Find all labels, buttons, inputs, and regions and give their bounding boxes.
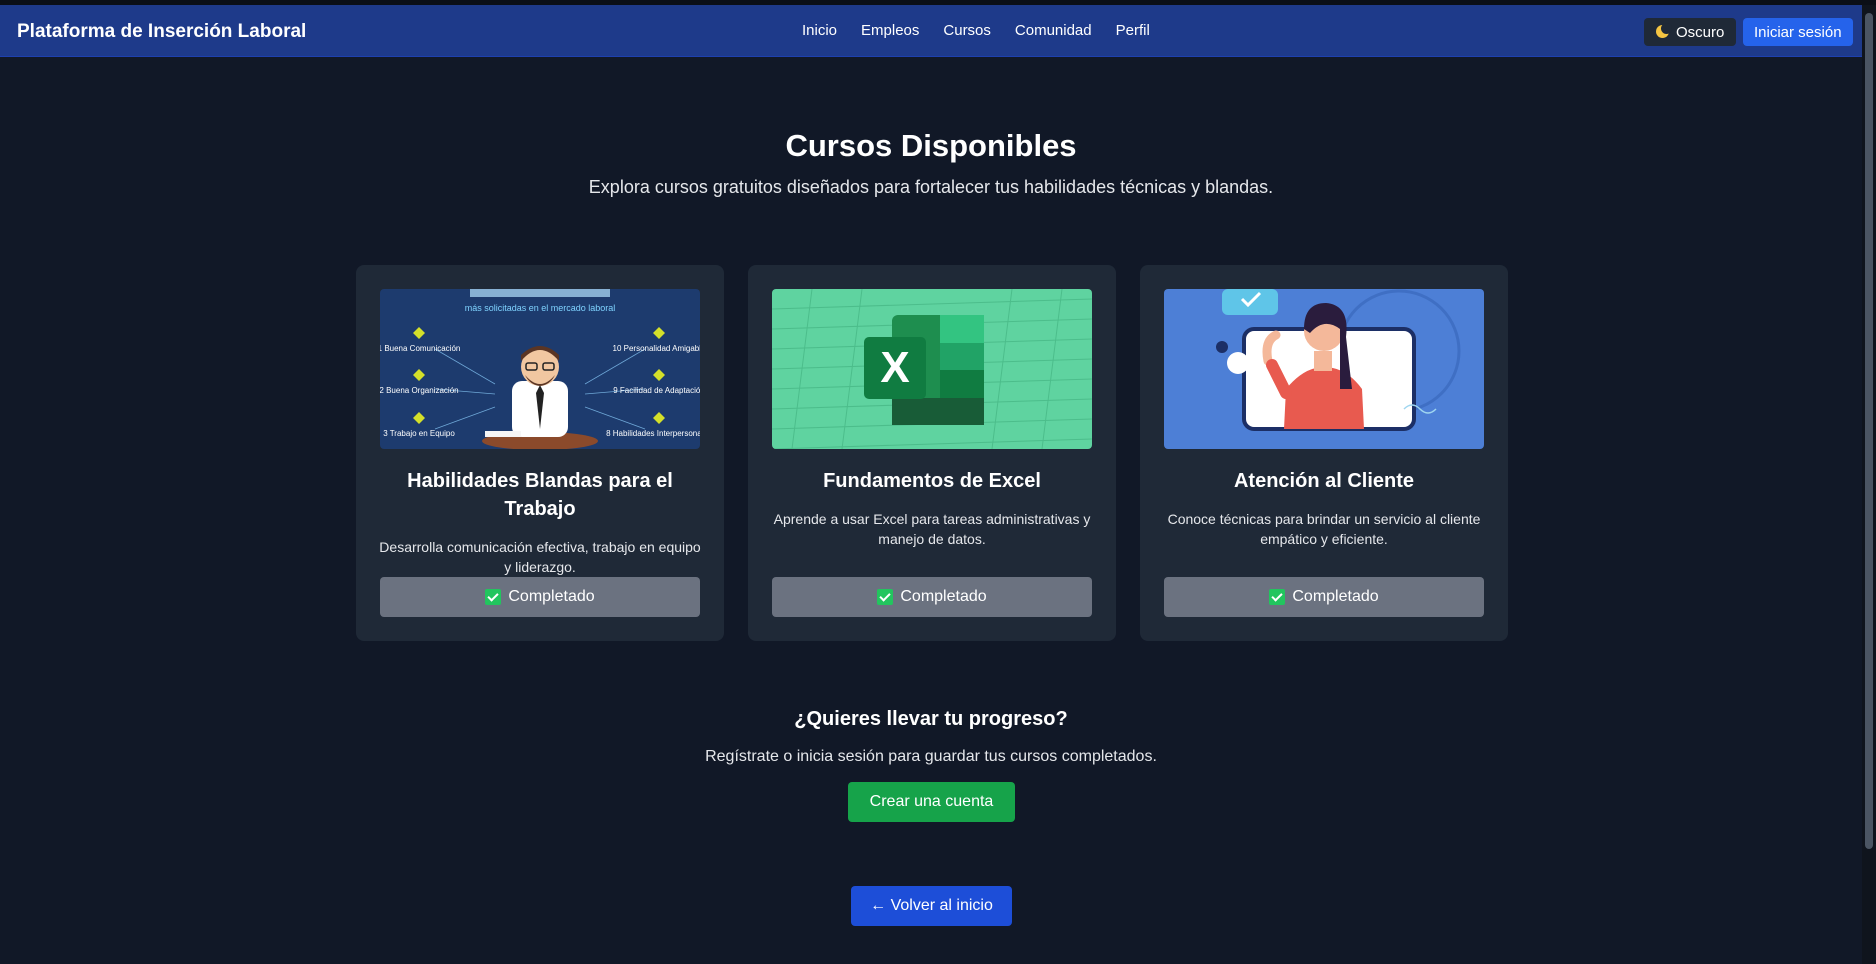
course-description: Conoce técnicas para brindar un servicio… (1167, 511, 1481, 547)
moon-icon (1656, 23, 1672, 39)
nav-link-inicio[interactable]: Inicio (802, 22, 837, 39)
scrollbar-thumb[interactable] (1865, 13, 1873, 849)
cta-text: Regístrate o inicia sesión para guardar … (705, 748, 1157, 765)
nav-link-perfil[interactable]: Perfil (1116, 22, 1150, 39)
cta-title: ¿Quieres llevar tu progreso? (794, 708, 1068, 730)
excel-illustration: X (772, 289, 1092, 449)
course-description: Desarrolla comunicación efectiva, trabaj… (379, 539, 701, 575)
course-image-customer-service (1164, 289, 1484, 449)
navbar: Plataforma de Inserción Laboral Inicio E… (0, 5, 1862, 57)
nav-link-comunidad[interactable]: Comunidad (1015, 22, 1092, 39)
course-image-soft-skills: más solicitadas en el mercado laboral 1 … (380, 289, 700, 449)
nav-link-cursos[interactable]: Cursos (943, 22, 991, 39)
course-title: Fundamentos de Excel (823, 470, 1041, 492)
course-title: Atención al Cliente (1233, 470, 1415, 492)
theme-toggle-button[interactable]: Oscuro (1644, 18, 1737, 46)
check-icon (877, 589, 894, 605)
skill-label: 9 Facilidad de Adaptación (613, 386, 700, 395)
completed-button[interactable]: Completado (380, 577, 700, 617)
completed-label: Completado (900, 588, 987, 605)
skill-label: 3 Trabajo en Equipo (383, 429, 455, 438)
theme-toggle-label: Oscuro (1676, 23, 1725, 41)
page-scrollbar[interactable] (1862, 5, 1876, 964)
course-description: Aprende a usar Excel para tareas adminis… (773, 511, 1091, 547)
completed-label: Completado (508, 588, 595, 605)
soft-skills-illustration: más solicitadas en el mercado laboral 1 … (380, 289, 700, 449)
skill-label: 10 Personalidad Amigable (613, 344, 700, 353)
completed-button[interactable]: Completado (772, 577, 1092, 617)
completed-label: Completado (1292, 588, 1379, 605)
skill-label: 2 Buena Organización (380, 386, 459, 395)
skill-label: 8 Habilidades Interpersonales (606, 429, 700, 438)
course-card-soft-skills: más solicitadas en el mercado laboral 1 … (356, 265, 724, 641)
completed-button[interactable]: Completado (1164, 577, 1484, 617)
page-subtitle: Explora cursos gratuitos diseñados para … (588, 177, 1274, 197)
course-card-customer-service: Atención al Cliente Conoce técnicas para… (1140, 265, 1508, 641)
course-image-excel: X (772, 289, 1092, 449)
nav-link-empleos[interactable]: Empleos (861, 22, 919, 39)
back-home-button[interactable]: ← Volver al inicio (851, 886, 1012, 926)
excel-logo-letter: X (880, 343, 909, 392)
skill-label: 1 Buena Comunicación (380, 344, 460, 353)
create-account-button[interactable]: Crear una cuenta (848, 782, 1015, 822)
course-title: Habilidades Blandas para el Trabajo (407, 470, 673, 520)
main-nav: Inicio Empleos Cursos Comunidad Perfil (802, 22, 1150, 39)
login-button[interactable]: Iniciar sesión (1743, 18, 1853, 46)
check-icon (485, 589, 502, 605)
infographic-caption: más solicitadas en el mercado laboral (465, 303, 616, 313)
brand-title[interactable]: Plataforma de Inserción Laboral (17, 21, 306, 43)
course-card-excel: X Fundamentos de Excel Aprende a usar Ex… (748, 265, 1116, 641)
check-icon (1269, 589, 1286, 605)
page-title: Cursos Disponibles (785, 128, 1077, 163)
customer-service-illustration (1164, 289, 1484, 449)
